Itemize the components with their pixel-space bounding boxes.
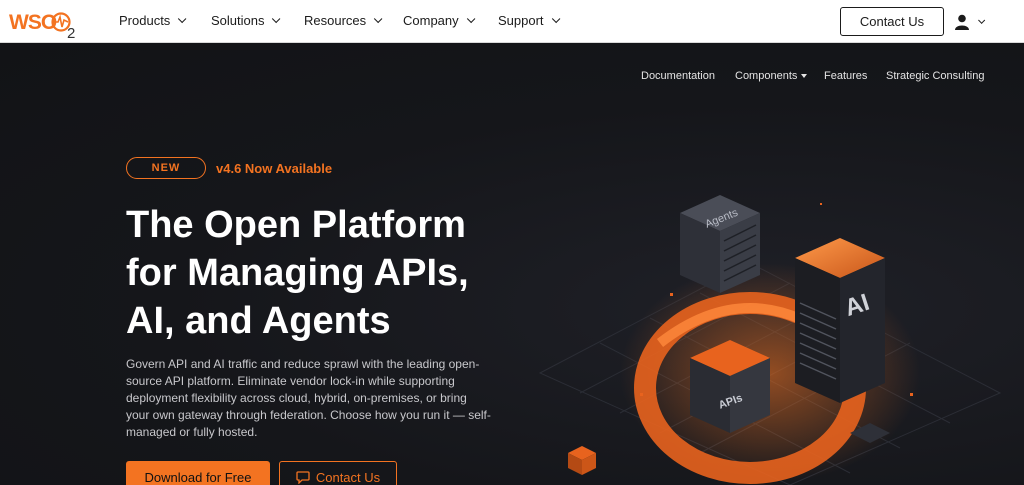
headline-line-1: The Open Platform (126, 204, 466, 246)
chevron-down-icon (178, 14, 187, 23)
top-navbar: WSO 2 Products Solutions Resources Compa… (0, 0, 1024, 43)
hero-section: Documentation Components Features Strate… (0, 43, 1024, 485)
subnav-strategic-consulting-label: Strategic Consulting (886, 70, 985, 82)
nav-company[interactable]: Company (403, 13, 476, 28)
subnav-documentation[interactable]: Documentation (641, 70, 715, 82)
subnav-features[interactable]: Features (824, 70, 867, 82)
hero-headline: The Open Platform for Managing APIs, AI,… (126, 201, 526, 345)
subnav-strategic-consulting[interactable]: Strategic Consulting (886, 70, 984, 82)
subnav-components-label: Components (735, 70, 798, 82)
nav-products-label: Products (119, 13, 171, 28)
subnav-components[interactable]: Components (735, 70, 808, 82)
nav-support-label: Support (498, 13, 544, 28)
chevron-down-icon (272, 14, 281, 23)
wso2-logo[interactable]: WSO 2 (9, 7, 79, 42)
user-menu[interactable] (955, 11, 989, 33)
hero-contact-label: Contact Us (315, 469, 381, 485)
chevron-down-icon (551, 14, 560, 23)
apis-cube: APIs (690, 340, 770, 433)
agents-block: Agents (680, 195, 760, 293)
nav-resources-label: Resources (304, 13, 367, 28)
caret-down-icon (801, 74, 808, 78)
new-badge: NEW (126, 157, 206, 179)
nav-resources[interactable]: Resources (304, 13, 383, 28)
nav-solutions-label: Solutions (211, 13, 265, 28)
version-text: v4.6 Now Available (216, 160, 333, 176)
nav-products[interactable]: Products (119, 13, 187, 28)
headline-line-2: for Managing APIs, (126, 252, 469, 294)
hero-description: Govern API and AI traffic and reduce spr… (126, 357, 491, 439)
platform-illustration: Agents AI APIs (538, 195, 1002, 485)
svg-text:WSO: WSO (9, 11, 57, 34)
chat-icon (296, 470, 310, 484)
header-contact-button[interactable]: Contact Us (840, 7, 944, 36)
hero-contact-button[interactable]: Contact Us (279, 461, 397, 485)
nav-company-label: Company (403, 13, 459, 28)
chevron-down-icon (978, 16, 986, 24)
user-icon (955, 14, 969, 30)
headline-line-3: AI, and Agents (126, 300, 391, 342)
download-free-button[interactable]: Download for Free (126, 461, 270, 485)
release-announcement[interactable]: NEW v4.6 Now Available (126, 157, 332, 179)
chevron-down-icon (466, 14, 476, 23)
subnav-features-label: Features (824, 70, 868, 82)
chevron-down-icon (374, 14, 383, 23)
ai-tower: AI (795, 238, 885, 403)
nav-support[interactable]: Support (498, 13, 560, 28)
svg-text:2: 2 (67, 25, 75, 39)
subnav-documentation-label: Documentation (641, 70, 715, 82)
nav-solutions[interactable]: Solutions (211, 13, 281, 28)
